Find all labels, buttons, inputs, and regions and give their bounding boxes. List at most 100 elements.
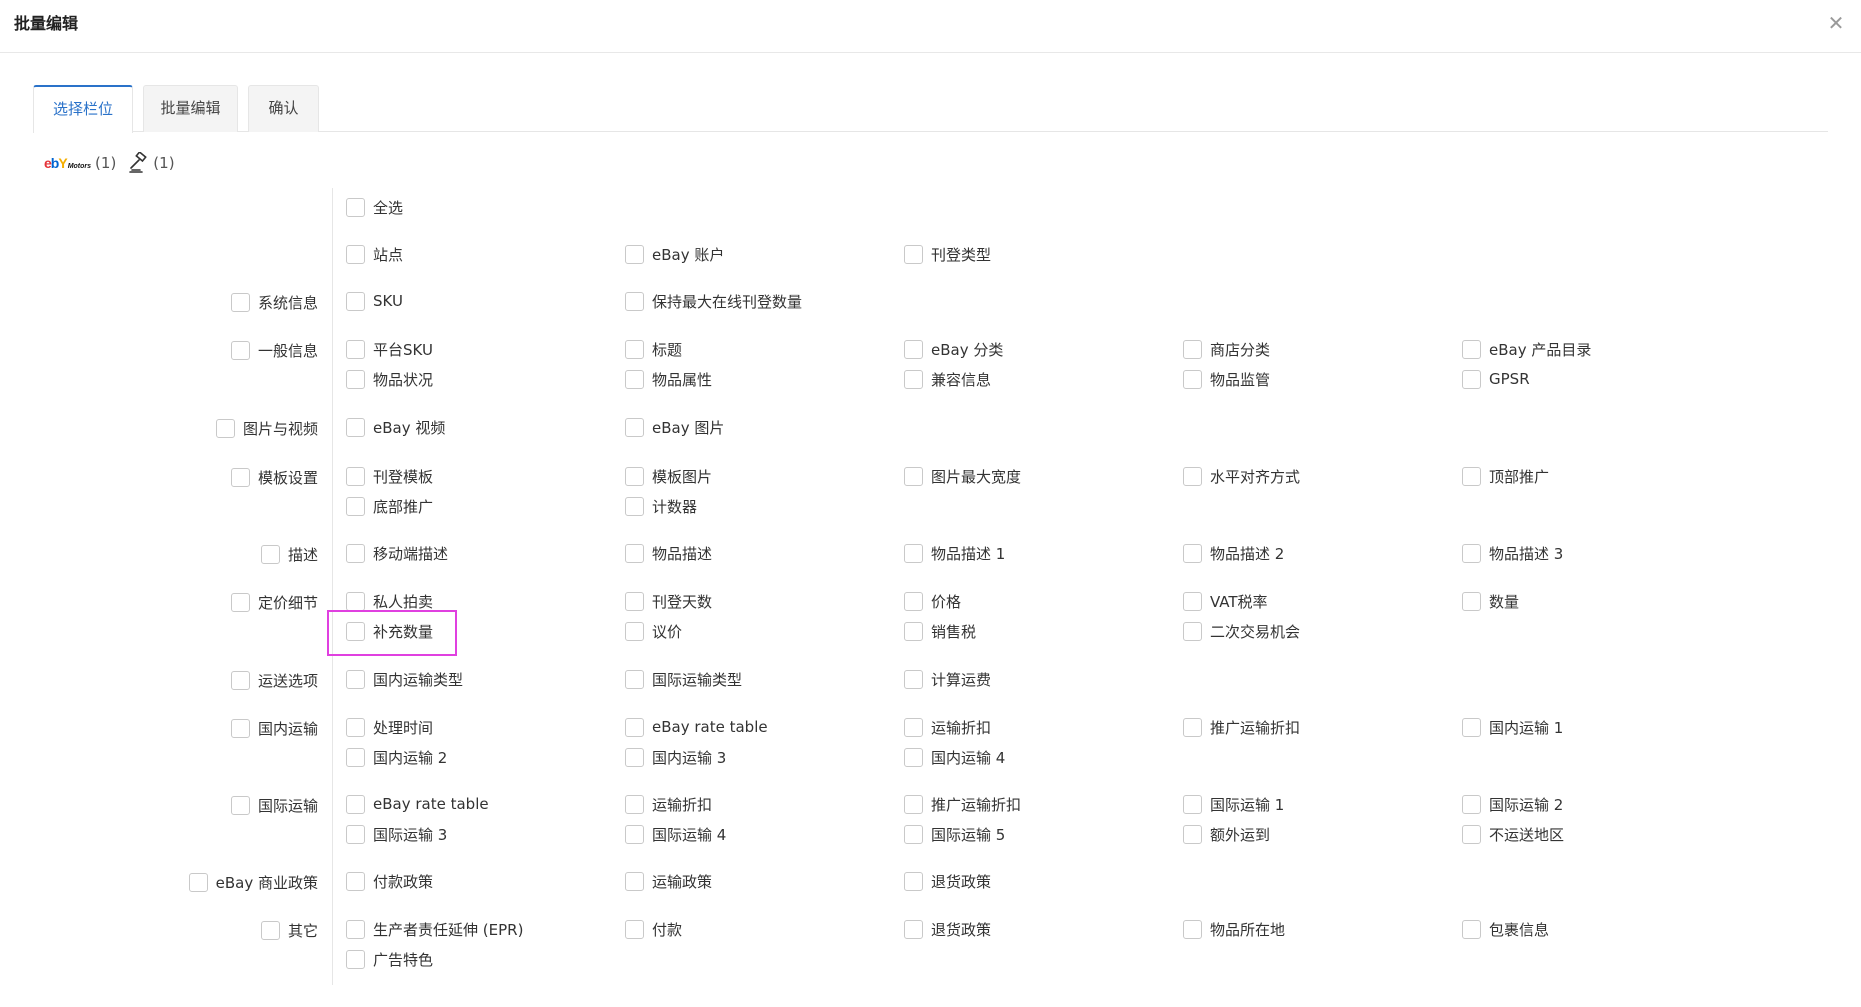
field-checkbox[interactable]: 顶部推广 <box>1462 465 1549 487</box>
checkbox[interactable] <box>346 717 365 737</box>
field-checkbox[interactable]: 物品监管 <box>1183 368 1270 390</box>
checkbox[interactable] <box>1462 339 1481 359</box>
checkbox[interactable] <box>346 591 365 611</box>
checkbox[interactable] <box>625 244 644 264</box>
field-checkbox[interactable]: 物品状况 <box>346 368 433 390</box>
field-checkbox[interactable]: 刊登模板 <box>346 465 433 487</box>
field-checkbox[interactable]: 退货政策 <box>904 870 991 892</box>
tab-select-fields[interactable]: 选择栏位 <box>33 85 133 133</box>
checkbox[interactable] <box>1183 794 1202 814</box>
field-checkbox[interactable]: 计数器 <box>625 495 697 517</box>
field-checkbox[interactable]: 底部推广 <box>346 495 433 517</box>
checkbox[interactable] <box>346 919 365 939</box>
field-checkbox[interactable]: 国内运输 3 <box>625 746 726 768</box>
checkbox[interactable] <box>625 621 644 641</box>
checkbox[interactable] <box>260 544 280 564</box>
field-checkbox[interactable]: 议价 <box>625 620 682 642</box>
select-all-checkbox[interactable]: 全选 <box>346 196 403 218</box>
field-checkbox[interactable]: 站点 <box>346 243 403 265</box>
checkbox[interactable] <box>625 496 644 516</box>
field-checkbox[interactable]: 国内运输 4 <box>904 746 1005 768</box>
checkbox[interactable] <box>346 197 365 217</box>
field-checkbox[interactable]: 推广运输折扣 <box>1183 716 1300 738</box>
field-checkbox[interactable]: 物品描述 <box>625 542 712 564</box>
checkbox[interactable] <box>625 717 644 737</box>
checkbox[interactable] <box>215 418 235 438</box>
field-checkbox[interactable]: 国际运输 5 <box>904 823 1005 845</box>
field-checkbox[interactable]: eBay 图片 <box>625 416 724 438</box>
checkbox[interactable] <box>230 467 250 487</box>
checkbox[interactable] <box>625 871 644 891</box>
checkbox[interactable] <box>1462 543 1481 563</box>
field-checkbox[interactable]: 广告特色 <box>346 948 433 970</box>
field-checkbox[interactable]: eBay 账户 <box>625 243 724 265</box>
field-checkbox[interactable]: 标题 <box>625 338 682 360</box>
field-checkbox[interactable]: 运输政策 <box>625 870 712 892</box>
checkbox[interactable] <box>904 824 923 844</box>
checkbox[interactable] <box>346 339 365 359</box>
checkbox[interactable] <box>625 919 644 939</box>
field-checkbox[interactable]: VAT税率 <box>1183 590 1268 612</box>
checkbox[interactable] <box>904 919 923 939</box>
checkbox[interactable] <box>346 291 365 311</box>
field-checkbox[interactable]: 销售税 <box>904 620 976 642</box>
field-checkbox[interactable]: 国际运输类型 <box>625 668 742 690</box>
checkbox[interactable] <box>1183 919 1202 939</box>
checkbox[interactable] <box>230 718 250 738</box>
checkbox[interactable] <box>1183 717 1202 737</box>
checkbox[interactable] <box>904 747 923 767</box>
checkbox[interactable] <box>1183 591 1202 611</box>
field-checkbox[interactable]: eBay rate table <box>346 793 489 815</box>
checkbox[interactable] <box>1462 794 1481 814</box>
checkbox[interactable] <box>346 496 365 516</box>
checkbox[interactable] <box>904 543 923 563</box>
checkbox[interactable] <box>1462 824 1481 844</box>
field-checkbox[interactable]: 商店分类 <box>1183 338 1270 360</box>
field-checkbox[interactable]: 处理时间 <box>346 716 433 738</box>
checkbox[interactable] <box>625 291 644 311</box>
field-checkbox[interactable]: 移动端描述 <box>346 542 448 564</box>
field-checkbox[interactable]: 国际运输 4 <box>625 823 726 845</box>
field-checkbox[interactable]: eBay 分类 <box>904 338 1003 360</box>
checkbox[interactable] <box>1462 919 1481 939</box>
field-checkbox[interactable]: 推广运输折扣 <box>904 793 1021 815</box>
field-checkbox[interactable]: 模板图片 <box>625 465 712 487</box>
checkbox[interactable] <box>346 244 365 264</box>
field-checkbox[interactable]: eBay rate table <box>625 716 768 738</box>
checkbox[interactable] <box>904 717 923 737</box>
field-checkbox[interactable]: 水平对齐方式 <box>1183 465 1300 487</box>
field-checkbox[interactable]: 私人拍卖 <box>346 590 433 612</box>
field-checkbox[interactable]: 物品属性 <box>625 368 712 390</box>
checkbox[interactable] <box>1183 466 1202 486</box>
close-icon[interactable]: ✕ <box>1825 12 1847 34</box>
checkbox[interactable] <box>188 872 208 892</box>
field-checkbox[interactable]: 物品描述 3 <box>1462 542 1563 564</box>
category-checkbox[interactable]: 运送选项 <box>230 669 318 691</box>
checkbox[interactable] <box>625 669 644 689</box>
checkbox[interactable] <box>1183 621 1202 641</box>
checkbox[interactable] <box>625 591 644 611</box>
field-checkbox[interactable]: 补充数量 <box>346 620 433 642</box>
field-checkbox[interactable]: 付款政策 <box>346 870 433 892</box>
field-checkbox[interactable]: 兼容信息 <box>904 368 991 390</box>
tab-confirm[interactable]: 确认 <box>248 85 319 132</box>
checkbox[interactable] <box>625 543 644 563</box>
field-checkbox[interactable]: 计算运费 <box>904 668 991 690</box>
category-checkbox[interactable]: 一般信息 <box>230 339 318 361</box>
checkbox[interactable] <box>625 417 644 437</box>
checkbox[interactable] <box>230 670 250 690</box>
field-checkbox[interactable]: 国内运输 1 <box>1462 716 1563 738</box>
checkbox[interactable] <box>346 747 365 767</box>
checkbox[interactable] <box>346 417 365 437</box>
category-checkbox[interactable]: 系统信息 <box>230 291 318 313</box>
checkbox[interactable] <box>346 621 365 641</box>
checkbox[interactable] <box>904 794 923 814</box>
checkbox[interactable] <box>1462 466 1481 486</box>
field-checkbox[interactable]: 国际运输 1 <box>1183 793 1284 815</box>
field-checkbox[interactable]: 刊登类型 <box>904 243 991 265</box>
checkbox[interactable] <box>904 339 923 359</box>
checkbox[interactable] <box>1183 339 1202 359</box>
field-checkbox[interactable]: eBay 视频 <box>346 416 445 438</box>
category-checkbox[interactable]: 国际运输 <box>230 794 318 816</box>
checkbox[interactable] <box>346 669 365 689</box>
